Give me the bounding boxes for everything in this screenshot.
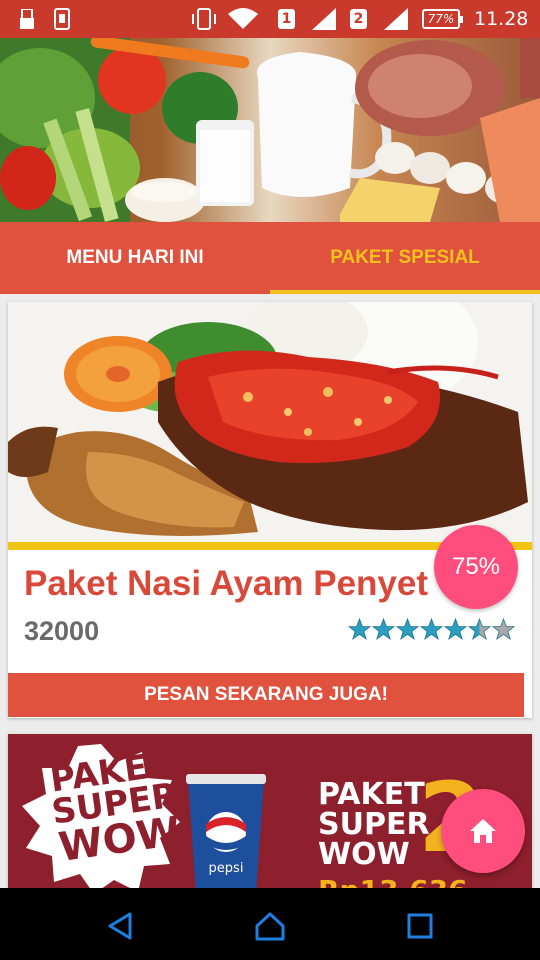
discount-label: 75% <box>451 553 501 580</box>
home-icon <box>470 819 496 843</box>
promo-left-text: PAKET SUPER WOW <box>45 744 184 870</box>
cup-brand-text: pepsi <box>209 861 244 876</box>
promo-right-line2: SUPER <box>318 807 430 842</box>
pepsi-cup-image: pepsi <box>186 774 266 888</box>
signal1-icon <box>312 0 336 38</box>
product-image <box>8 302 532 542</box>
promo-price: Rp13.636 <box>318 874 468 888</box>
star-icon <box>444 618 467 641</box>
rating-stars <box>348 618 516 641</box>
sim1-label: 1 <box>278 9 295 29</box>
product-price: 32000 <box>24 616 100 646</box>
battery-icon: 77% <box>422 0 463 38</box>
discount-badge: 75% <box>434 525 518 609</box>
vibrate-icon <box>190 0 218 38</box>
promo-right-line1: PAKET <box>318 777 425 812</box>
product-title: Paket Nasi Ayam Penyet <box>24 564 429 603</box>
product-card[interactable]: Paket Nasi Ayam Penyet 32000 75% PESAN S… <box>8 302 532 718</box>
star-icon <box>372 618 395 641</box>
home-fab[interactable] <box>441 789 525 873</box>
star-icon <box>468 618 491 641</box>
star-icon <box>396 618 419 641</box>
status-bar: 1 2 77% 11.28 <box>0 0 540 38</box>
sim2-indicator: 2 <box>350 0 367 38</box>
sim2-label: 2 <box>350 9 367 29</box>
clock-time: 11.28 <box>474 8 529 30</box>
tab-paket-spesial-label: PAKET SPESIAL <box>330 247 480 268</box>
promo-right-text: PAKET SUPER WOW <box>318 780 430 870</box>
back-icon[interactable] <box>104 910 136 942</box>
tab-paket-spesial[interactable]: PAKET SPESIAL <box>270 222 540 294</box>
battery-level: 77% <box>422 9 463 29</box>
tab-menu-hari-ini[interactable]: MENU HARI INI <box>0 222 270 294</box>
home-outline-icon[interactable] <box>254 910 286 942</box>
wifi-icon <box>228 0 258 38</box>
order-button[interactable]: PESAN SEKARANG JUGA! <box>8 673 524 717</box>
promo-right-line3: WOW <box>318 837 410 872</box>
signal2-icon <box>384 0 408 38</box>
recent-apps-icon[interactable] <box>404 910 436 942</box>
star-icon <box>348 618 371 641</box>
star-icon <box>420 618 443 641</box>
sim1-indicator: 1 <box>278 0 295 38</box>
hero-banner-image <box>0 38 540 222</box>
star-icon <box>492 618 515 641</box>
tab-menu-hari-ini-label: MENU HARI INI <box>66 247 204 268</box>
notification-icon <box>54 0 70 38</box>
usb-icon <box>20 0 34 38</box>
tab-bar: MENU HARI INI PAKET SPESIAL <box>0 222 540 294</box>
clock: 11.28 <box>474 0 528 38</box>
navigation-bar <box>0 888 540 960</box>
